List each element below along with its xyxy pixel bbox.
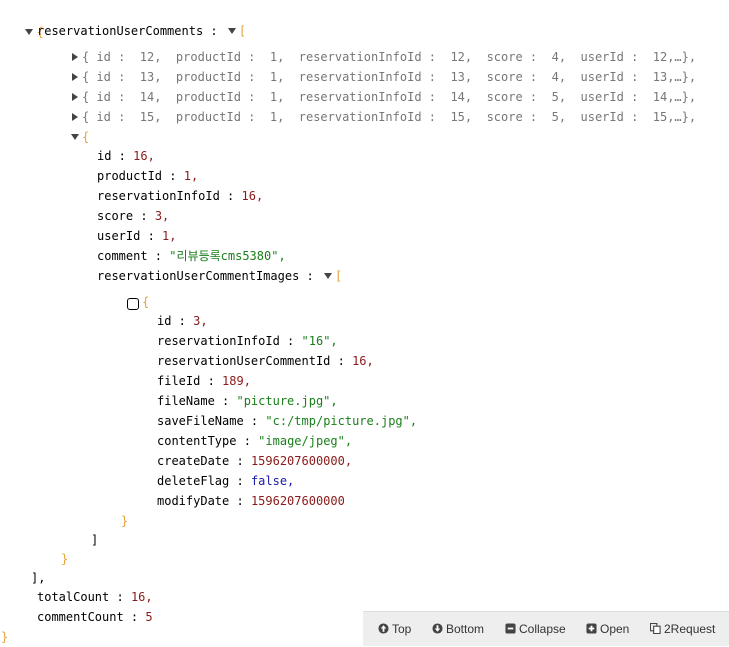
copy-icon	[650, 623, 661, 635]
bottom-label: Bottom	[446, 622, 485, 636]
images-close-bracket: ]	[91, 533, 99, 547]
arrow-down-circle-icon	[432, 623, 443, 634]
expand-item-icon[interactable]	[68, 67, 82, 87]
field-commentCount: commentCount : 5	[37, 610, 153, 624]
field-images: reservationUserCommentImages : [	[97, 266, 342, 286]
comments-close-bracket: ],	[31, 571, 46, 585]
image-field-fileId: fileId : 189,	[157, 374, 251, 388]
json-viewer-toolbar: Top Bottom Collapse Open 2Request	[363, 611, 729, 646]
comments-open-bracket: [	[238, 24, 247, 38]
collapsed-item-14[interactable]: { id : 14, productId : 1, reservationInf…	[68, 87, 696, 107]
field-comment: comment : "리뷰등록cms5380",	[97, 249, 286, 263]
item-preview: { id : 14, productId : 1, reservationInf…	[82, 90, 697, 104]
root-toggle-icon[interactable]	[22, 22, 36, 42]
image-field-createDate: createDate : 1596207600000,	[157, 454, 353, 468]
field-reservationInfoId: reservationInfoId : 16,	[97, 189, 264, 203]
request-label: 2Request	[664, 622, 716, 636]
collapsed-item-13[interactable]: { id : 13, productId : 1, reservationInf…	[68, 67, 696, 87]
image-close-brace: }	[121, 514, 129, 528]
item-preview: { id : 15, productId : 1, reservationInf…	[82, 110, 697, 124]
minus-square-icon	[505, 623, 516, 634]
expanded-item-open-line: {	[68, 127, 89, 147]
plus-square-icon	[586, 623, 597, 634]
collapse-label: Collapse	[519, 622, 566, 636]
top-button[interactable]: Top	[378, 612, 411, 646]
expanded-item-open-brace: {	[82, 130, 90, 144]
image-toggle-icon[interactable]	[127, 298, 139, 310]
collapse-button[interactable]: Collapse	[505, 612, 566, 646]
collapse-item-icon[interactable]	[68, 127, 82, 147]
comments-key: reservationUserComments	[37, 24, 204, 38]
open-button[interactable]: Open	[586, 612, 629, 646]
images-toggle-icon[interactable]	[321, 266, 335, 286]
top-label: Top	[392, 622, 412, 636]
collapsed-item-12[interactable]: { id : 12, productId : 1, reservationInf…	[68, 47, 696, 67]
image-field-modifyDate: modifyDate : 1596207600000	[157, 494, 345, 508]
field-score: score : 3,	[97, 209, 170, 223]
image-field-reservationInfoId: reservationInfoId : "16",	[157, 334, 338, 348]
field-id: id : 16,	[97, 149, 155, 163]
bottom-button[interactable]: Bottom	[432, 612, 484, 646]
field-productId: productId : 1,	[97, 169, 199, 183]
image-field-deleteFlag: deleteFlag : false,	[157, 474, 295, 488]
field-userId: userId : 1,	[97, 229, 177, 243]
image-field-reservationUserCommentId: reservationUserCommentId : 16,	[157, 354, 374, 368]
collapsed-item-15[interactable]: { id : 15, productId : 1, reservationInf…	[68, 107, 696, 127]
field-totalCount: totalCount : 16,	[37, 590, 153, 604]
root-open-line: {	[8, 2, 44, 39]
comments-key-line: reservationUserComments : [	[37, 21, 246, 41]
open-label: Open	[600, 622, 630, 636]
expand-item-icon[interactable]	[68, 107, 82, 127]
image-field-contentType: contentType : "image/jpeg",	[157, 434, 353, 448]
expanded-item-close-brace: }	[61, 552, 69, 566]
item-preview: { id : 13, productId : 1, reservationInf…	[82, 70, 697, 84]
request-button[interactable]: 2Request	[650, 612, 715, 646]
image-field-saveFileName: saveFileName : "c:/tmp/picture.jpg",	[157, 414, 418, 428]
expand-item-icon[interactable]	[68, 87, 82, 107]
image-open-line: {	[127, 292, 149, 312]
arrow-up-circle-icon	[378, 623, 389, 634]
image-field-fileName: fileName : "picture.jpg",	[157, 394, 338, 408]
comments-toggle-icon[interactable]	[225, 21, 239, 41]
item-preview: { id : 12, productId : 1, reservationInf…	[82, 50, 697, 64]
image-field-id: id : 3,	[157, 314, 208, 328]
expand-item-icon[interactable]	[68, 47, 82, 67]
root-close-brace: }	[1, 630, 9, 644]
